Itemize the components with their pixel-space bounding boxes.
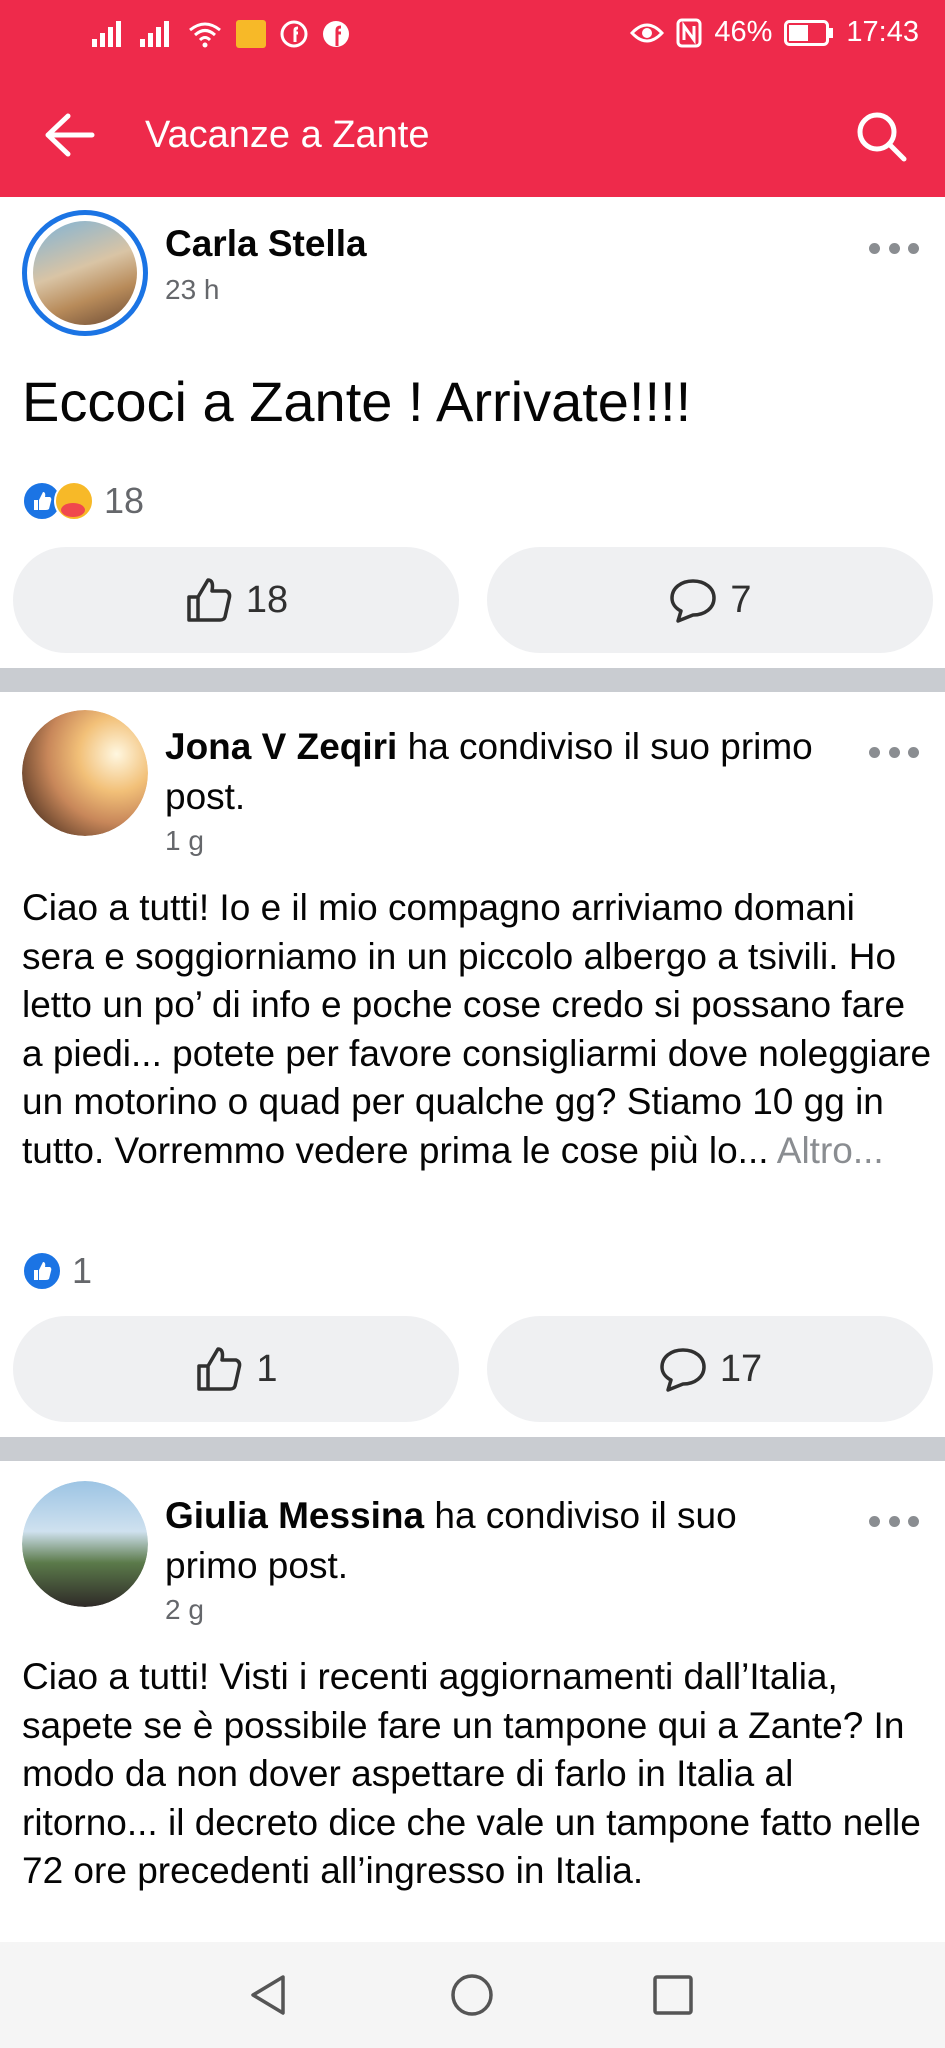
status-icons-left — [92, 20, 350, 48]
wifi-icon — [189, 22, 221, 48]
post-header: Jona V Zeqiri ha condiviso il suo primo … — [165, 722, 825, 822]
comment-button[interactable]: 17 — [487, 1316, 933, 1422]
like-count: 1 — [256, 1347, 278, 1390]
comment-count: 17 — [719, 1347, 763, 1390]
clock: 17:43 — [846, 16, 919, 48]
nfc-icon — [676, 18, 702, 47]
more-options-icon[interactable] — [869, 1516, 919, 1530]
nav-back-icon[interactable] — [245, 1972, 291, 2018]
reactions-summary[interactable]: 1 — [22, 1250, 92, 1292]
facebook-icon — [280, 20, 308, 48]
signal-icon — [140, 21, 174, 47]
comment-count: 7 — [730, 578, 752, 621]
comment-bubble-icon — [660, 1348, 706, 1392]
see-more-link[interactable]: Altro... — [777, 1130, 884, 1171]
avatar[interactable] — [22, 210, 148, 336]
like-button[interactable]: 1 — [13, 1316, 459, 1422]
like-button[interactable]: 18 — [13, 547, 459, 653]
like-reaction-icon — [22, 1251, 62, 1291]
post-timestamp[interactable]: 23 h — [165, 274, 220, 306]
signal-icon — [92, 21, 126, 47]
post-author[interactable]: Jona V Zeqiri — [165, 726, 397, 767]
more-options-icon[interactable] — [869, 747, 919, 761]
post-author[interactable]: Carla Stella — [165, 219, 825, 269]
like-count: 18 — [245, 578, 289, 621]
post: Giulia Messina ha condiviso il suo primo… — [0, 1461, 945, 1942]
more-options-icon[interactable] — [869, 243, 919, 257]
nav-recents-icon[interactable] — [650, 1972, 696, 2018]
post-timestamp[interactable]: 2 g — [165, 1594, 204, 1626]
post-header: Giulia Messina ha condiviso il suo primo… — [165, 1491, 825, 1591]
avatar[interactable] — [22, 710, 148, 836]
back-arrow-icon[interactable] — [44, 110, 96, 160]
post: Jona V Zeqiri ha condiviso il suo primo … — [0, 692, 945, 1437]
post-text: Ciao a tutti! Io e il mio compagno arriv… — [22, 887, 932, 1171]
post-timestamp[interactable]: 1 g — [165, 825, 204, 857]
notification-app-icon — [236, 20, 266, 48]
nav-home-icon[interactable] — [449, 1972, 495, 2018]
post-text: Ciao a tutti! Visti i recenti aggiorname… — [22, 1656, 921, 1891]
status-bar: 46% 17:43 — [0, 0, 945, 72]
reaction-count: 18 — [104, 480, 145, 521]
battery-icon — [784, 19, 834, 46]
reactions-summary[interactable]: 18 — [22, 480, 144, 522]
status-icons-right: 46% 17:43 — [630, 16, 919, 49]
system-navigation-bar — [0, 1942, 945, 2048]
page-title: Vacanze a Zante — [145, 114, 430, 156]
care-reaction-icon — [54, 481, 94, 521]
comment-button[interactable]: 7 — [487, 547, 933, 653]
eye-icon — [630, 23, 665, 42]
facebook-icon — [323, 21, 349, 47]
avatar[interactable] — [22, 1481, 148, 1607]
search-icon[interactable] — [855, 110, 907, 162]
reaction-count: 1 — [72, 1250, 93, 1291]
comment-bubble-icon — [670, 579, 717, 623]
post-text: Eccoci a Zante ! Arrivate!!!! — [22, 370, 692, 433]
post-divider — [0, 668, 945, 692]
thumbs-up-icon — [187, 578, 232, 622]
post-divider — [0, 1437, 945, 1461]
thumbs-up-icon — [197, 1347, 242, 1391]
battery-percent: 46% — [714, 16, 773, 48]
app-header: 46% 17:43 Vacanze a Zante — [0, 0, 945, 197]
post: Carla Stella 23 h Eccoci a Zante ! Arriv… — [0, 197, 945, 668]
post-author[interactable]: Giulia Messina — [165, 1495, 424, 1536]
